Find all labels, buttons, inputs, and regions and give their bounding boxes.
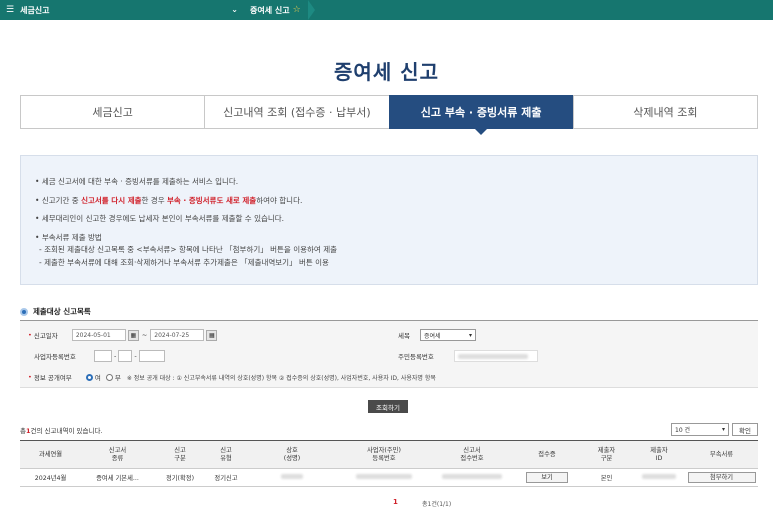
search-form: • 신고일자 2024-05-01 ▦ ~ 2024-07-25 ▦ 세목 증여… [20,320,758,388]
view-receipt-button[interactable]: 보기 [526,472,568,483]
col-receipt: 접수증 [514,440,580,469]
date-to-input[interactable]: 2024-07-25 [150,329,205,341]
star-icon[interactable]: ☆ [293,5,301,15]
cell-submitter-id-redacted [633,468,685,487]
tab-deleted-history[interactable]: 삭제내역 조회 [572,95,758,129]
chevron-down-icon: ▾ [468,331,472,339]
chevron-down-icon: ⌄ [231,5,238,14]
page-info: 총1건(1/1) [422,501,452,508]
disclose-label: 정보 공개여부 [33,374,72,382]
date-from-input[interactable]: 2024-05-01 [71,329,126,341]
hamburger-icon: ☰ [6,5,15,15]
tab-bar: 세금신고 신고내역 조회 (접수증 · 납부서) 신고 부속 · 증빙서류 제출… [20,95,758,135]
col-kind: 신고서 종류 [81,440,154,469]
disclose-row: • 정보 공개여부 여 부 ※ 정보 공개 대상 : ① 신고부속서류 내역의 … [28,373,436,382]
bizno-label: 사업자등록번호 [34,353,76,361]
resno-row: 주민등록번호 [398,348,538,364]
attach-button[interactable]: 첨부하기 [687,472,756,483]
col-submitter-id: 제출자 ID [633,440,685,469]
notice-box: • 세금 신고서에 대한 부속 · 증빙서류를 제출하는 서비스 입니다. • … [20,155,758,285]
bizno-input-3[interactable] [138,350,165,362]
notice-line: • 세무대리인이 신고한 경우에도 납세자 본인이 부속서류를 제출할 수 있습… [35,214,285,223]
tax-row: 세목 증여세 ▾ [398,327,476,343]
tab-filing-history[interactable]: 신고내역 조회 (접수증 · 납부서) [204,95,389,129]
cell-kind: 증여세 기본세... [81,468,154,487]
result-count: 총1건의 신고내역이 있습니다. [20,427,103,435]
col-submitter: 제출자 구분 [580,440,633,469]
notice-line: - 제출한 부속서류에 대해 조회·삭제하거나 부속서류 추가제출은 「제출내역… [39,257,329,267]
notice-line: • 신고기간 중 신고서를 다시 제출한 경우 부속 · 증빙서류도 새로 제출… [35,195,303,205]
page-title: 증여세 신고 [334,60,439,84]
cell-receipt-no-redacted [430,468,514,487]
cell-period: 2024년4월 [20,468,81,487]
page-number[interactable]: 1 [393,498,398,506]
bullet-icon [20,307,28,316]
cell-name-redacted [246,468,338,487]
col-period: 과세연월 [20,440,81,469]
page-size-select[interactable]: 10 건 ▾ [671,423,729,436]
table-header-row: 과세연월 신고서 종류 신고 구분 신고 유형 상호 (성명) 사업자(주민) 등록번호 … [20,440,758,469]
bizno-input-2[interactable] [118,350,133,362]
top-menu-button[interactable]: ☰ 세금신고 ⌄ [0,0,238,20]
top-menu-label: 세금신고 [20,5,50,15]
date-label: 신고일자 [33,332,58,340]
date-row: • 신고일자 2024-05-01 ▦ ~ 2024-07-25 ▦ [28,327,218,343]
col-category: 신고 구분 [154,440,206,469]
tab-attach-documents[interactable]: 신고 부속 · 증빙서류 제출 [388,95,573,135]
bizno-row: 사업자등록번호 - - [34,348,165,364]
breadcrumb[interactable]: 증여세 신고 ☆ [238,0,315,20]
disclose-note: ※ 정보 공개 대상 : ① 신고부속서류 내역의 상호(성명) 항목 ② 접수… [126,374,436,382]
col-regno: 사업자(주민) 등록번호 [338,440,430,469]
chevron-down-icon: ▾ [721,426,725,433]
col-name: 상호 (성명) [246,440,338,469]
search-button[interactable]: 조회하기 [368,400,408,413]
notice-line: - 조회된 제출대상 신고목록 중 <부속서류> 항목에 나타난 「첨부하기」 … [39,245,337,254]
tax-select[interactable]: 증여세 ▾ [420,329,476,341]
results-table: 과세연월 신고서 종류 신고 구분 신고 유형 상호 (성명) 사업자(주민) 등록번호 … [20,440,758,487]
bizno-input-1[interactable] [94,350,112,362]
col-attachments: 부속서류 [685,440,758,469]
notice-line: • 부속서류 제출 방법 [35,232,102,242]
resno-input[interactable] [454,350,538,362]
top-nav-bar: ☰ 세금신고 ⌄ 증여세 신고 ☆ [0,0,773,20]
radio-disclose-no[interactable] [105,373,113,381]
table-row: 2024년4월 증여세 기본세... 정기(확정) 정기신고 보기 본인 첨부하… [20,468,758,487]
section-heading: 제출대상 신고목록 [20,306,91,317]
notice-line: • 세금 신고서에 대한 부속 · 증빙서류를 제출하는 서비스 입니다. [35,177,239,186]
tab-tax-filing[interactable]: 세금신고 [20,95,205,129]
calendar-icon[interactable]: ▦ [127,329,139,341]
cell-category: 정기(확정) [154,468,206,487]
resno-label: 주민등록번호 [398,353,434,361]
calendar-icon[interactable]: ▦ [206,329,218,341]
radio-disclose-yes[interactable] [85,373,93,381]
cell-type: 정기신고 [206,468,246,487]
tax-label: 세목 [398,332,410,340]
cell-regno-redacted [338,468,430,487]
breadcrumb-label: 증여세 신고 [250,5,290,15]
confirm-button[interactable]: 확인 [732,423,758,436]
col-type: 신고 유형 [206,440,246,469]
col-receipt-no: 신고서 접수번호 [430,440,514,469]
cell-submitter: 본인 [580,468,633,487]
